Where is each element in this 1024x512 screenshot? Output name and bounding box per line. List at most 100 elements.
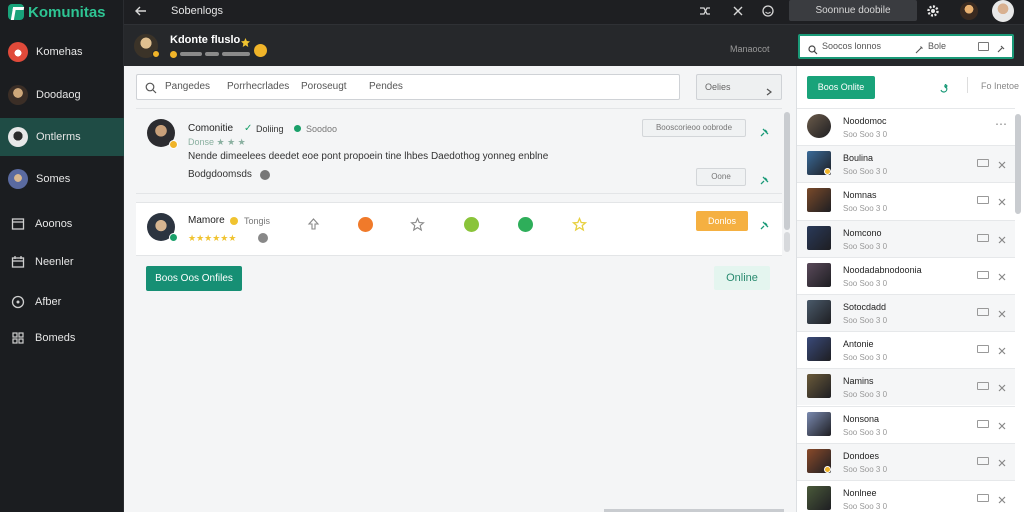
member-thumbnail[interactable] — [807, 262, 831, 287]
member-row[interactable]: Nonsona Soo Soo 3 0 — [797, 405, 1015, 443]
panel-scrollbar[interactable] — [1015, 114, 1021, 214]
member-row[interactable]: Noodadabnodoonia Soo Soo 3 0 — [797, 256, 1015, 294]
post-tag-label[interactable]: Bodgdoomsds — [188, 169, 252, 180]
online-button[interactable]: Boos Onlite — [807, 76, 875, 99]
notification-avatar[interactable] — [960, 2, 978, 20]
feed-scrollbar-track[interactable] — [784, 232, 790, 252]
member-thumbnail[interactable] — [807, 114, 831, 138]
pin-icon[interactable] — [760, 124, 769, 137]
emoji-icon[interactable] — [761, 4, 775, 18]
post-card[interactable]: Mamore Tongis ★★★★★★ Donlos — [136, 202, 782, 256]
card-icon[interactable] — [977, 456, 989, 465]
filter-tab[interactable]: Poroseugt — [301, 81, 347, 92]
sidebar-item-afber[interactable]: Afber — [0, 283, 124, 321]
member-thumbnail[interactable] — [807, 300, 831, 324]
pin-icon[interactable] — [760, 172, 769, 185]
back-arrow-icon[interactable] — [134, 4, 148, 18]
close-icon[interactable] — [997, 418, 1007, 430]
close-icon[interactable] — [997, 492, 1007, 504]
filter-tab[interactable]: Pendes — [369, 81, 403, 92]
feed-scrollbar[interactable] — [784, 112, 790, 230]
close-icon[interactable] — [731, 4, 745, 18]
close-icon[interactable] — [997, 232, 1007, 244]
smile-emoji-icon[interactable] — [254, 44, 267, 57]
member-row[interactable]: Nomnas Soo Soo 3 0 — [797, 182, 1015, 219]
member-subtitle: Soo Soo 3 0 — [843, 427, 888, 437]
card-icon[interactable] — [977, 196, 989, 205]
member-search-input[interactable]: Soocos lonnos Bole — [798, 34, 1014, 59]
member-thumbnail[interactable] — [807, 374, 831, 399]
member-thumbnail[interactable] — [807, 411, 831, 436]
user-avatar[interactable] — [992, 0, 1014, 22]
sidebar-item-ontlerms[interactable]: Ontlerms — [0, 118, 124, 156]
card-icon[interactable] — [977, 233, 989, 242]
close-icon[interactable] — [997, 157, 1007, 169]
close-icon[interactable] — [997, 194, 1007, 206]
status-badge — [152, 50, 160, 58]
member-thumbnail[interactable] — [807, 337, 831, 362]
search-filter[interactable]: Bole — [928, 41, 946, 51]
post-card[interactable]: Comonitie ✓ Doliing Soodoo Donse ★ ★ ★ N… — [136, 108, 782, 194]
sort-dropdown[interactable]: Oelies — [696, 74, 782, 100]
sidebar-item-komehas[interactable]: Komehas — [0, 33, 124, 71]
check-react-icon[interactable] — [518, 217, 533, 232]
card-icon[interactable] — [977, 494, 989, 502]
online-filter-button[interactable]: Online — [714, 266, 770, 290]
search-icon[interactable] — [145, 81, 157, 94]
member-row[interactable]: Noodomoc Soo Soo 3 0 ⋯ — [797, 108, 1015, 145]
tools-icon[interactable] — [996, 41, 1006, 53]
card-icon[interactable] — [977, 270, 989, 279]
close-icon[interactable] — [997, 380, 1007, 392]
post-small-button[interactable]: Oone — [696, 168, 746, 186]
filter-tab[interactable]: Pangedes — [165, 81, 210, 92]
settings-gear-icon[interactable] — [926, 4, 940, 18]
pin-icon[interactable] — [760, 217, 769, 230]
info-icon[interactable] — [260, 170, 270, 180]
member-row[interactable]: Nonlnee Soo Soo 3 0 — [797, 480, 1015, 512]
member-thumbnail[interactable] — [807, 486, 831, 510]
sidebar-item-somes[interactable]: Somes — [0, 160, 124, 198]
sidebar-item-doodaog[interactable]: Doodaog — [0, 76, 124, 114]
close-icon[interactable] — [997, 343, 1007, 355]
report-button[interactable]: Donlos — [696, 211, 748, 231]
post-action-button[interactable]: Booscorieoo oobrode — [642, 119, 746, 137]
card-icon[interactable] — [977, 382, 989, 391]
thumbs-react-icon[interactable] — [464, 217, 479, 232]
member-row[interactable]: Dondoes Soo Soo 3 0 — [797, 442, 1015, 480]
sidebar-item-aoonos[interactable]: Aoonos — [0, 205, 124, 243]
close-icon[interactable] — [997, 306, 1007, 318]
edit-icon[interactable] — [914, 42, 924, 54]
card-icon[interactable] — [977, 345, 989, 354]
member-thumbnail[interactable] — [807, 225, 831, 250]
card-icon[interactable] — [977, 308, 989, 316]
post-author[interactable]: Comonitie — [188, 123, 233, 134]
star-react-icon[interactable] — [410, 217, 425, 232]
fire-react-icon[interactable] — [358, 217, 373, 232]
member-thumbnail[interactable] — [807, 188, 831, 213]
member-row[interactable]: Namins Soo Soo 3 0 — [797, 368, 1015, 406]
member-row[interactable]: Nomcono Soo Soo 3 0 — [797, 219, 1015, 257]
top-search-input[interactable]: Soonnue doobile — [789, 0, 917, 21]
member-row[interactable]: Boulina Soo Soo 3 0 — [797, 145, 1015, 183]
image-icon[interactable] — [978, 42, 989, 51]
boost-button[interactable]: Boos Oos Onfiles — [146, 266, 242, 291]
arrow-react-icon[interactable] — [306, 217, 321, 232]
info-icon[interactable] — [258, 233, 268, 243]
sidebar-item-bomeds[interactable]: Bomeds — [0, 319, 124, 357]
member-row[interactable]: Antonie Soo Soo 3 0 — [797, 331, 1015, 368]
more-options-icon[interactable]: ⋯ — [995, 117, 1007, 131]
refresh-icon[interactable] — [939, 81, 949, 93]
close-icon[interactable] — [997, 455, 1007, 467]
card-icon[interactable] — [977, 159, 989, 168]
status-dot-icon — [170, 50, 177, 58]
close-icon[interactable] — [997, 269, 1007, 281]
filter-tab[interactable]: Porrhecrlades — [227, 81, 289, 92]
star-outline-react-icon[interactable] — [571, 216, 588, 232]
sidebar-item-neenler[interactable]: Neenler — [0, 243, 124, 281]
card-icon[interactable] — [977, 419, 989, 428]
shuffle-icon[interactable] — [698, 4, 712, 18]
brand[interactable]: Komunitas — [8, 2, 106, 22]
panel-head-text[interactable]: Fo Inetoe — [981, 81, 1019, 91]
member-row[interactable]: Sotocdadd Soo Soo 3 0 — [797, 294, 1015, 331]
post-author[interactable]: Mamore — [188, 215, 225, 226]
